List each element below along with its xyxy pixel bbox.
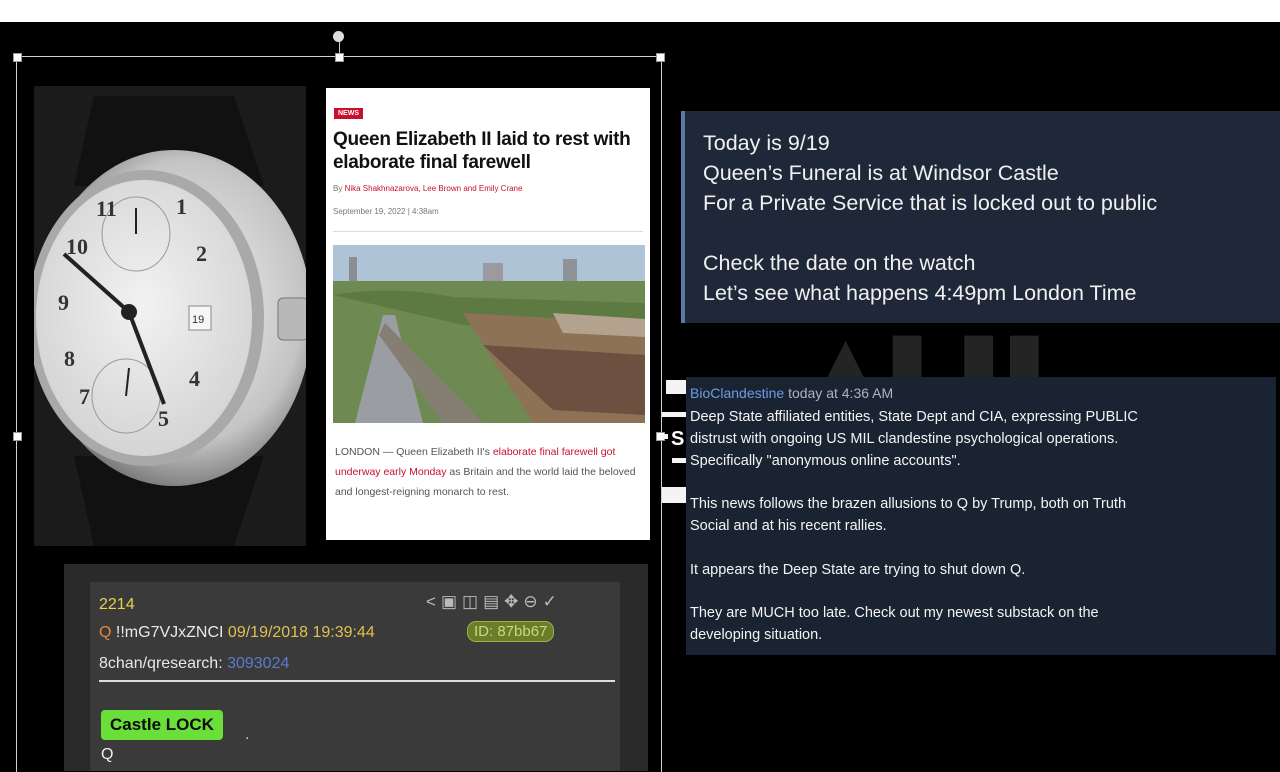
watch-numeral-11: 11 xyxy=(96,196,117,221)
caption-line: Let’s see what happens 4:49pm London Tim… xyxy=(703,281,1137,305)
watch-numeral-7: 7 xyxy=(79,384,90,409)
message-timestamp: today at 4:36 AM xyxy=(788,385,894,401)
document-icon[interactable]: ▤ xyxy=(483,592,504,611)
article-excerpt: LONDON — Queen Elizabeth II's elaborate … xyxy=(335,442,639,502)
divider xyxy=(333,231,643,232)
message-header: BioClandestine today at 4:36 AM xyxy=(690,385,893,401)
watch-numeral-5: 5 xyxy=(158,406,169,431)
post-id-badge[interactable]: ID: 87bb67 xyxy=(467,621,555,642)
post-divider xyxy=(99,680,615,682)
post-trailing-period: . xyxy=(245,726,250,743)
news-article-card[interactable]: NEWS Queen Elizabeth II laid to rest wit… xyxy=(326,88,650,540)
article-byline: By Nika Shakhnazarova, Lee Brown and Emi… xyxy=(333,184,522,193)
message-line: Deep State affiliated entities, State De… xyxy=(690,409,1138,425)
caption-line: Check the date on the watch xyxy=(703,251,976,275)
watch-numeral-9: 9 xyxy=(58,290,69,315)
resize-handle-top-right[interactable] xyxy=(656,53,665,62)
caption-line: For a Private Service that is locked out… xyxy=(703,191,1158,215)
post-signature: Q xyxy=(101,746,114,763)
post-tripcode: !!mG7VJxZNCI xyxy=(115,624,224,641)
watch-numeral-8: 8 xyxy=(64,346,75,371)
watch-date-window: 19 xyxy=(192,314,204,326)
message-line: They are MUCH too late. Check out my new… xyxy=(690,605,1099,621)
watch-numeral-12: 1 xyxy=(176,194,187,219)
move-icon[interactable]: ✥ xyxy=(504,592,523,611)
save-icon[interactable]: ▣ xyxy=(441,592,462,611)
article-headline[interactable]: Queen Elizabeth II laid to rest with ela… xyxy=(333,128,645,174)
overlay-letter: S xyxy=(671,428,685,450)
highlighted-text: Castle LOCK xyxy=(101,710,223,740)
chat-message: BioClandestine today at 4:36 AM Deep Sta… xyxy=(686,377,1276,655)
caption-line: Queen’s Funeral is at Windsor Castle xyxy=(703,161,1059,185)
watch-numeral-4: 4 xyxy=(189,366,200,391)
excerpt-prefix: LONDON — Queen Elizabeth II's xyxy=(335,446,493,458)
watch-image: 1 2 4 5 7 8 9 10 11 19 xyxy=(34,86,306,546)
top-white-bar xyxy=(0,0,1280,22)
share-icon[interactable]: < xyxy=(426,592,441,611)
message-line: Social and at his recent rallies. xyxy=(690,518,887,534)
news-badge: NEWS xyxy=(334,108,363,119)
post-board-line: 8chan/qresearch: 3093024 xyxy=(99,655,289,673)
message-line: distrust with ongoing US MIL clandestine… xyxy=(690,431,1119,447)
vr-icon[interactable]: ◫ xyxy=(462,592,483,611)
post-author-line: Q !!mG7VJxZNCI 09/19/2018 19:39:44 xyxy=(99,624,375,642)
message-author[interactable]: BioClandestine xyxy=(690,385,784,401)
message-line: It appears the Deep State are trying to … xyxy=(690,562,1026,578)
message-line: This news follows the brazen allusions t… xyxy=(690,496,1127,512)
caption-box: Today is 9/19 Queen’s Funeral is at Wind… xyxy=(681,111,1280,323)
post-datetime: 09/19/2018 19:39:44 xyxy=(227,624,375,641)
resize-handle-top-left[interactable] xyxy=(13,53,22,62)
resize-handle-left[interactable] xyxy=(13,432,22,441)
article-date: September 19, 2022 | 4:38am xyxy=(333,207,439,216)
message-line: Specifically "anonymous online accounts"… xyxy=(690,453,961,469)
board-name: 8chan/qresearch: xyxy=(99,655,228,672)
article-photo xyxy=(333,245,645,423)
minus-circle-icon[interactable]: ⊖ xyxy=(523,592,542,611)
byline-authors[interactable]: Nika Shakhnazarova, Lee Brown and Emily … xyxy=(345,184,523,193)
post-number[interactable]: 2214 xyxy=(99,596,135,614)
rotate-handle[interactable] xyxy=(333,31,344,42)
board-ref-link[interactable]: 3093024 xyxy=(227,655,289,672)
check-circle-icon[interactable]: ✓ xyxy=(543,592,562,611)
resize-handle-top[interactable] xyxy=(335,53,344,62)
byline-prefix: By xyxy=(333,184,343,193)
watch-numeral-2: 2 xyxy=(196,241,207,266)
watch-numeral-10: 10 xyxy=(66,234,88,259)
caption-line: Today is 9/19 xyxy=(703,131,830,155)
post-toolbar: <▣◫▤✥⊖✓ xyxy=(426,592,562,612)
message-line: developing situation. xyxy=(690,627,823,643)
post-q-marker: Q xyxy=(99,624,112,641)
